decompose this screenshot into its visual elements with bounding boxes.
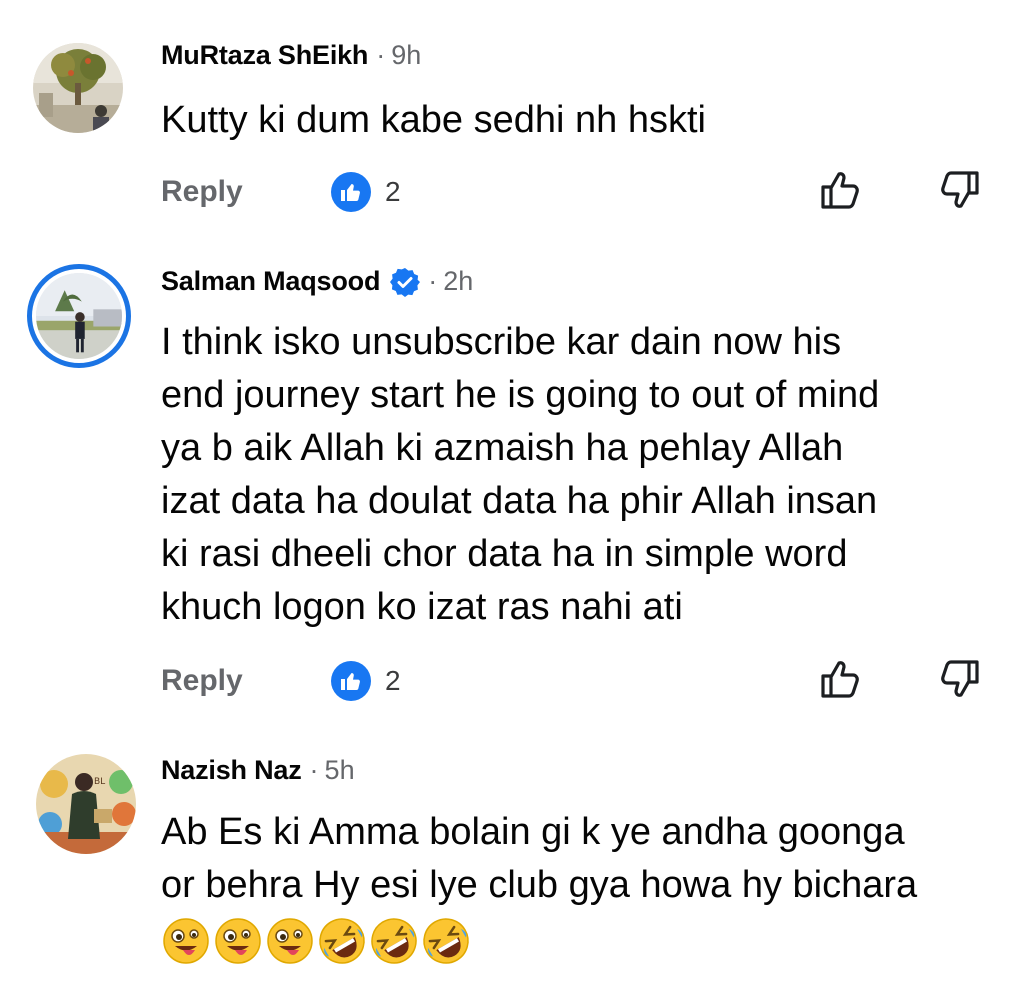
- reply-button[interactable]: Reply: [161, 170, 243, 214]
- avatar-photo: BL: [36, 754, 136, 854]
- like-count[interactable]: 2: [385, 659, 401, 703]
- comment-time[interactable]: 9h: [391, 40, 421, 71]
- comment-actions: Reply 2: [0, 170, 1024, 214]
- thumbs-up-badge-icon: [331, 661, 371, 701]
- avatar[interactable]: BL: [36, 754, 136, 854]
- comment-time[interactable]: 2h: [443, 266, 473, 297]
- avatar-photo: [36, 273, 122, 359]
- commenter-name[interactable]: MuRtaza ShEikh: [161, 40, 368, 71]
- emoji-row: [161, 916, 471, 966]
- like-count[interactable]: 2: [385, 170, 401, 214]
- commenter-name[interactable]: Nazish Naz: [161, 755, 302, 786]
- comment-text: Ab Es ki Amma bolain gi k ye andha goong…: [161, 811, 918, 906]
- commenter-name[interactable]: Salman Maqsood: [161, 266, 380, 297]
- svg-text:BL: BL: [94, 777, 105, 787]
- winking-tongue-emoji: [163, 918, 209, 964]
- reply-button[interactable]: Reply: [161, 659, 243, 703]
- winking-tongue-emoji: [267, 918, 313, 964]
- thumbs-up-outline-icon[interactable]: [818, 168, 862, 212]
- avatar[interactable]: [33, 43, 123, 133]
- comment-text: I think isko unsubscribe kar dain now hi…: [161, 321, 880, 628]
- separator-dot: ·: [428, 266, 438, 296]
- separator-dot: ·: [309, 755, 319, 785]
- comment-actions: Reply 2: [0, 659, 1024, 703]
- avatar-photo: [33, 43, 123, 133]
- thumbs-down-outline-icon[interactable]: [938, 168, 982, 212]
- comment-header: Nazish Naz · 5h: [161, 755, 355, 786]
- thumbs-down-outline-icon[interactable]: [938, 657, 982, 701]
- rolling-laughing-emoji: [423, 918, 469, 964]
- avatar[interactable]: [27, 264, 131, 368]
- separator-dot: ·: [376, 40, 386, 70]
- verified-badge-icon: [390, 267, 421, 297]
- rolling-laughing-emoji: [371, 918, 417, 964]
- thumbs-up-badge-icon: [331, 172, 371, 212]
- comment-header: MuRtaza ShEikh · 9h: [161, 40, 421, 71]
- winking-tongue-emoji: [215, 918, 261, 964]
- comment-time[interactable]: 5h: [325, 755, 355, 786]
- thumbs-up-outline-icon[interactable]: [818, 657, 862, 701]
- comment-header: Salman Maqsood · 2h: [161, 266, 473, 297]
- comment-text: Kutty ki dum kabe sedhi nh hskti: [161, 99, 706, 141]
- rolling-laughing-emoji: [319, 918, 365, 964]
